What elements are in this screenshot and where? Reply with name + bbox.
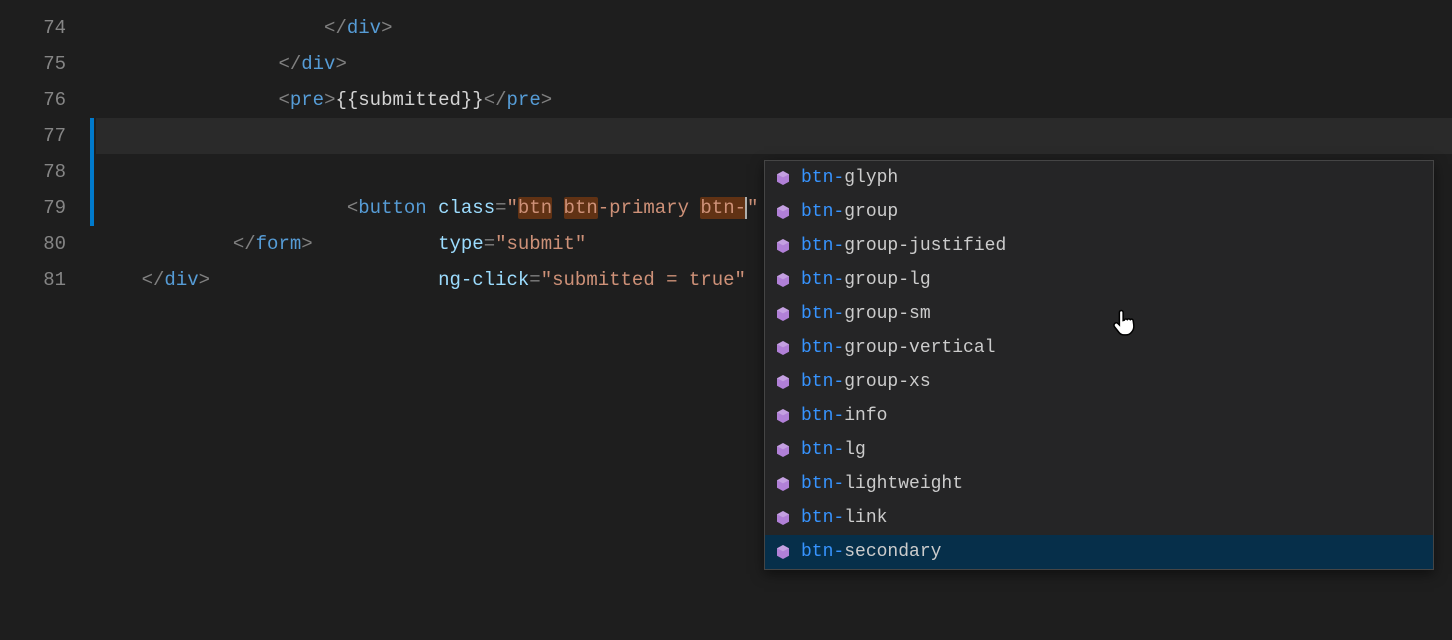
suggestion-kind-icon [775, 238, 791, 254]
code-line [96, 0, 1452, 10]
line-number-gutter: 74 75 76 77 78 79 80 81 [0, 0, 96, 640]
autocomplete-item-label: btn-info [801, 399, 887, 433]
line-number: 79 [0, 190, 66, 226]
code-line[interactable]: <pre>{{submitted}}</pre> [96, 82, 1452, 118]
autocomplete-item-label: btn-group-xs [801, 365, 931, 399]
line-number: 75 [0, 46, 66, 82]
change-indicator [90, 190, 94, 226]
autocomplete-item[interactable]: btn-link [765, 501, 1433, 535]
autocomplete-item-label: btn-group [801, 195, 898, 229]
suggestion-kind-icon [775, 476, 791, 492]
autocomplete-item[interactable]: btn-group-xs [765, 365, 1433, 399]
code-line[interactable]: </div> [96, 46, 1452, 82]
line-number: 78 [0, 154, 66, 190]
autocomplete-item[interactable]: btn-lightweight [765, 467, 1433, 501]
autocomplete-popup[interactable]: btn-glyphbtn-groupbtn-group-justifiedbtn… [764, 160, 1434, 570]
suggestion-kind-icon [775, 272, 791, 288]
suggestion-kind-icon [775, 340, 791, 356]
line-number: 80 [0, 226, 66, 262]
autocomplete-item[interactable]: btn-group-lg [765, 263, 1433, 297]
suggestion-kind-icon [775, 374, 791, 390]
autocomplete-item-label: btn-group-vertical [801, 331, 995, 365]
change-indicator [90, 154, 94, 190]
suggestion-kind-icon [775, 442, 791, 458]
code-line[interactable]: </div> [96, 10, 1452, 46]
autocomplete-item-label: btn-group-lg [801, 263, 931, 297]
autocomplete-item[interactable]: btn-group-vertical [765, 331, 1433, 365]
suggestion-kind-icon [775, 204, 791, 220]
change-indicator [90, 118, 94, 154]
line-number: 74 [0, 10, 66, 46]
autocomplete-item-label: btn-group-justified [801, 229, 1006, 263]
autocomplete-item-label: btn-secondary [801, 535, 941, 569]
line-number: 76 [0, 82, 66, 118]
autocomplete-item-label: btn-link [801, 501, 887, 535]
autocomplete-item[interactable]: btn-lg [765, 433, 1433, 467]
line-number: 81 [0, 262, 66, 298]
line-number: 77 [0, 118, 66, 154]
code-line-active[interactable]: <button class="btn btn-primary btn-" [96, 118, 1452, 154]
autocomplete-item[interactable]: btn-group-sm [765, 297, 1433, 331]
suggestion-kind-icon [775, 170, 791, 186]
autocomplete-item[interactable]: btn-secondary [765, 535, 1433, 569]
autocomplete-item[interactable]: btn-info [765, 399, 1433, 433]
autocomplete-item[interactable]: btn-group-justified [765, 229, 1433, 263]
autocomplete-item-label: btn-lg [801, 433, 866, 467]
autocomplete-item-label: btn-group-sm [801, 297, 931, 331]
suggestion-kind-icon [775, 544, 791, 560]
suggestion-kind-icon [775, 306, 791, 322]
suggestion-kind-icon [775, 510, 791, 526]
autocomplete-item[interactable]: btn-group [765, 195, 1433, 229]
autocomplete-item-label: btn-lightweight [801, 467, 963, 501]
autocomplete-item[interactable]: btn-glyph [765, 161, 1433, 195]
autocomplete-item-label: btn-glyph [801, 161, 898, 195]
suggestion-kind-icon [775, 408, 791, 424]
